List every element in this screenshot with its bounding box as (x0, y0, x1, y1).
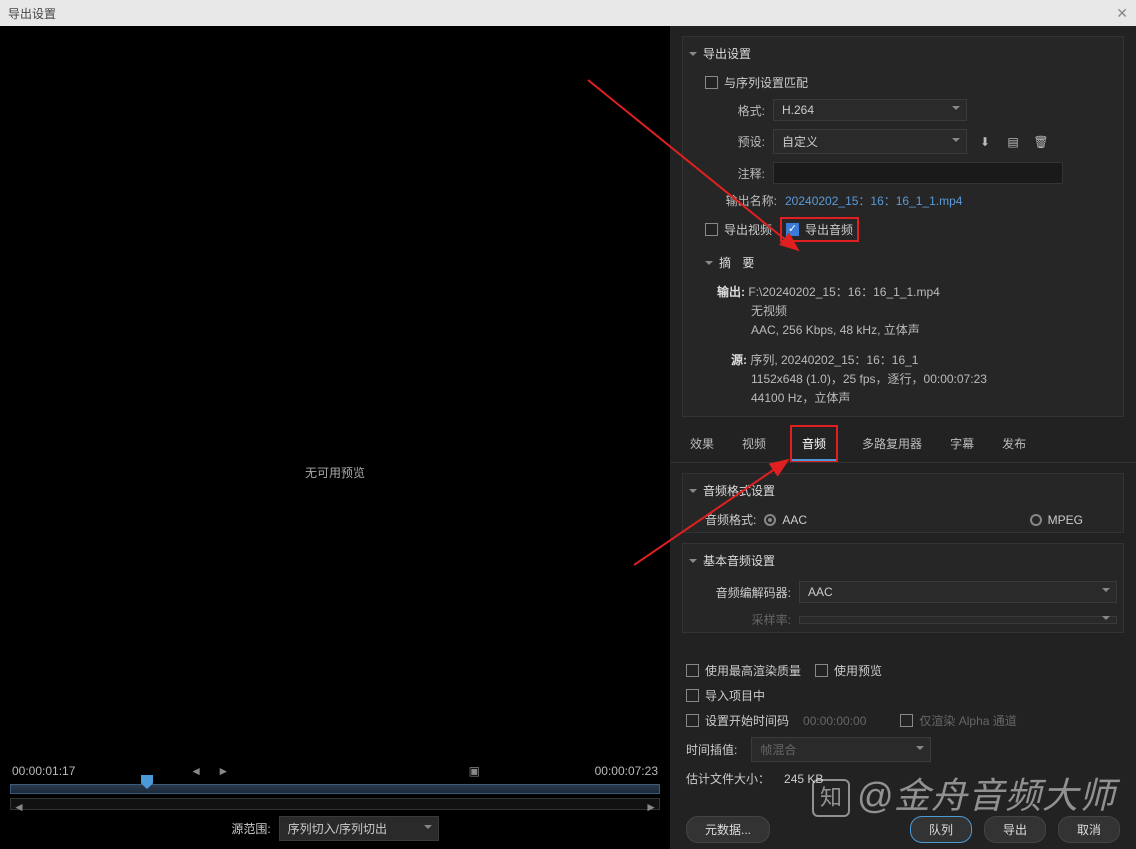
sample-rate-dropdown[interactable] (799, 616, 1117, 624)
estimated-size-label: 估计文件大小： (686, 770, 770, 787)
audio-format-mpeg-radio[interactable]: MPEG (1030, 513, 1083, 527)
start-timecode-value: 00:00:00:00 (803, 714, 866, 728)
format-dropdown[interactable]: H.264 (773, 99, 967, 121)
save-preset-icon[interactable]: ▤ (1003, 132, 1023, 152)
source-range-dropdown[interactable]: 序列切入/序列切出 (279, 816, 439, 841)
audio-format-header: 音频格式设置 (703, 482, 775, 499)
audio-codec-label: 音频编解码器: (705, 584, 791, 601)
audio-format-label: 音频格式: (705, 511, 756, 528)
cancel-button[interactable]: 取消 (1058, 816, 1120, 843)
scroll-right-icon[interactable]: ► (645, 800, 657, 814)
time-interpolation-label: 时间插值: (686, 741, 737, 758)
match-sequence-checkbox[interactable]: 与序列设置匹配 (705, 74, 808, 91)
no-preview-label: 无可用预览 (0, 464, 670, 481)
tab-publish[interactable]: 发布 (998, 425, 1030, 462)
import-project-checkbox[interactable]: 导入项目中 (686, 687, 765, 704)
tab-audio[interactable]: 音频 (790, 425, 838, 462)
export-audio-highlight: 导出音频 (780, 217, 859, 242)
format-label: 格式: (705, 102, 765, 119)
export-settings-header: 导出设置 (703, 45, 751, 62)
timecode-total: 00:00:07:23 (595, 764, 658, 778)
queue-button[interactable]: 队列 (910, 816, 972, 843)
max-quality-checkbox[interactable]: 使用最高渲染质量 (686, 662, 801, 679)
tab-multiplexer[interactable]: 多路复用器 (858, 425, 926, 462)
render-options: 使用最高渲染质量 使用预览 导入项目中 设置开始时间码 00:00:00:00 … (670, 648, 1136, 807)
scroll-left-icon[interactable]: ◄ (13, 800, 25, 814)
source-range-label: 源范围: (231, 820, 270, 837)
delete-preset-icon[interactable]: 🗑 (1031, 132, 1051, 152)
start-timecode-checkbox[interactable]: 设置开始时间码 (686, 712, 789, 729)
metadata-button[interactable]: 元数据... (686, 816, 770, 843)
basic-audio-header: 基本音频设置 (703, 552, 775, 569)
timeline-bar[interactable] (10, 784, 660, 794)
playhead-icon[interactable] (141, 775, 153, 789)
fit-icon-2[interactable]: ► (217, 764, 229, 778)
export-video-checkbox[interactable]: 导出视频 (705, 221, 772, 238)
chevron-down-icon[interactable] (705, 261, 713, 269)
comment-label: 注释: (705, 165, 765, 182)
time-interpolation-dropdown[interactable]: 帧混合 (751, 737, 931, 762)
output-name-label: 输出名称: (705, 192, 777, 209)
audio-format-aac-radio[interactable]: AAC (764, 513, 807, 527)
sample-rate-label: 采样率: (705, 611, 791, 628)
audio-codec-dropdown[interactable]: AAC (799, 581, 1117, 603)
close-icon[interactable]: ✕ (1116, 5, 1128, 22)
download-preset-icon[interactable]: ⬇ (975, 132, 995, 152)
chevron-down-icon[interactable] (689, 489, 697, 497)
summary-header: 摘 要 (719, 254, 758, 271)
output-name-link[interactable]: 20240202_15：16：16_1_1.mp4 (785, 192, 962, 209)
export-button[interactable]: 导出 (984, 816, 1046, 843)
timeline-scrollbar[interactable]: ◄ ► (10, 798, 660, 810)
window-title: 导出设置 (8, 5, 56, 22)
chevron-down-icon[interactable] (689, 559, 697, 567)
alpha-only-checkbox: 仅渲染 Alpha 通道 (900, 712, 1016, 729)
tab-bar: 效果 视频 音频 多路复用器 字幕 发布 (670, 425, 1136, 463)
fit-icon[interactable]: ◄ (190, 764, 202, 778)
timecode-current[interactable]: 00:00:01:17 (12, 764, 75, 778)
preview-pane: 无可用预览 00:00:01:17 ◄ ► ▣ 00:00:07:23 ◄ ► … (0, 26, 670, 849)
chevron-down-icon[interactable] (689, 52, 697, 60)
preset-label: 预设: (705, 133, 765, 150)
export-audio-checkbox[interactable]: 导出音频 (786, 221, 853, 238)
use-preview-checkbox[interactable]: 使用预览 (815, 662, 882, 679)
comment-input[interactable] (773, 162, 1063, 184)
crop-icon[interactable]: ▣ (469, 764, 480, 778)
tab-captions[interactable]: 字幕 (946, 425, 978, 462)
preset-dropdown[interactable]: 自定义 (773, 129, 967, 154)
estimated-size-value: 245 KB (784, 772, 823, 786)
tab-video[interactable]: 视频 (738, 425, 770, 462)
tab-effects[interactable]: 效果 (686, 425, 718, 462)
summary-block: 输出: F:\20240202_15：16：16_1_1.mp4 无视频 AAC… (683, 279, 1123, 416)
